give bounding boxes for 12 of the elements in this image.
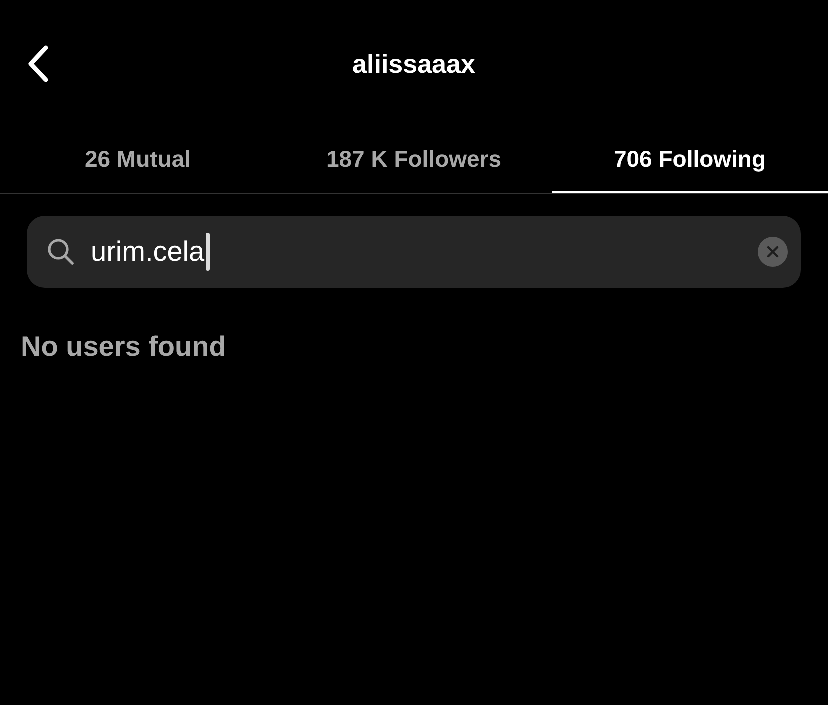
close-icon [767, 246, 779, 258]
search-text: urim.cela [91, 235, 205, 269]
back-icon [27, 45, 49, 83]
search-field[interactable]: urim.cela [27, 216, 801, 288]
tab[interactable]: 706 Following [552, 130, 828, 193]
tab[interactable]: 26 Mutual [0, 130, 276, 193]
text-cursor [206, 233, 210, 271]
search-icon [47, 238, 75, 266]
empty-message: No users found [21, 331, 226, 362]
tab[interactable]: 187 K Followers [276, 130, 552, 193]
window-title: aliissaaax [352, 48, 476, 80]
clear-button[interactable] [758, 237, 788, 267]
